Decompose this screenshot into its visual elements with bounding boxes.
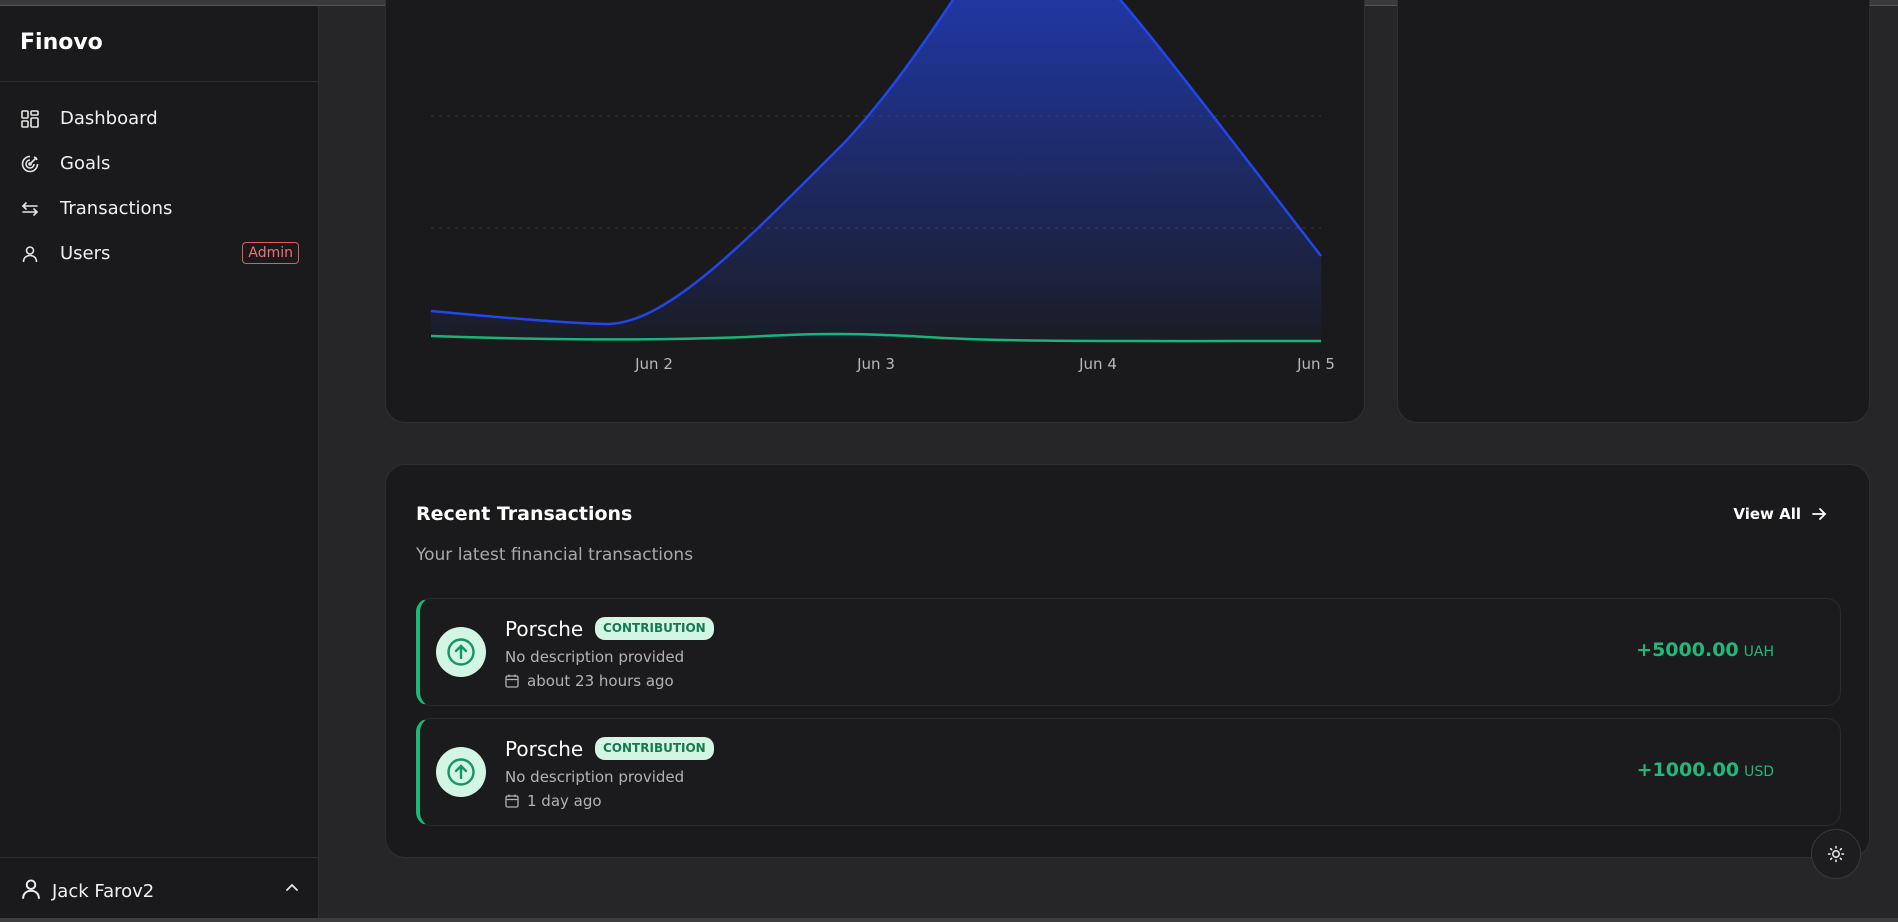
- sun-icon: [1827, 845, 1845, 863]
- sidebar-item-transactions[interactable]: Transactions: [0, 186, 319, 231]
- section-title: Recent Transactions: [416, 503, 633, 525]
- sidebar-item-label: Transactions: [60, 198, 173, 219]
- transaction-description: No description provided: [505, 648, 685, 666]
- sidebar-item-label: Users: [60, 243, 111, 264]
- calendar-icon: [505, 674, 519, 688]
- divider: [0, 81, 319, 82]
- sidebar-item-label: Goals: [60, 153, 111, 174]
- user-menu-trigger[interactable]: Jack Farov2: [20, 878, 300, 904]
- chevron-up-icon[interactable]: [284, 880, 300, 900]
- amount-currency: UAH: [1743, 644, 1774, 660]
- transaction-amount: +1000.00 USD: [1637, 759, 1774, 781]
- sidebar-item-users[interactable]: Users Admin: [0, 231, 319, 276]
- sidebar-item-dashboard[interactable]: Dashboard: [0, 96, 319, 141]
- x-tick-label: Jun 4: [1078, 355, 1117, 373]
- side-panel-card: [1397, 0, 1870, 423]
- transaction-date: 1 day ago: [505, 792, 602, 810]
- transaction-type-badge: CONTRIBUTION: [595, 617, 714, 640]
- x-tick-label: Jun 2: [634, 355, 673, 373]
- arrow-up-circle-icon: [436, 747, 486, 797]
- target-icon: [20, 154, 40, 174]
- section-subtitle: Your latest financial transactions: [416, 545, 694, 565]
- transaction-date: about 23 hours ago: [505, 672, 674, 690]
- sidebar: Finovo Dashboard Goals Transactions User…: [0, 6, 319, 918]
- sidebar-item-label: Dashboard: [60, 108, 158, 129]
- amount-value: +5000.00: [1636, 639, 1739, 661]
- admin-badge: Admin: [242, 242, 299, 264]
- sidebar-item-goals[interactable]: Goals: [0, 141, 319, 186]
- transaction-type-badge: CONTRIBUTION: [595, 737, 714, 760]
- user-name: Jack Farov2: [52, 880, 155, 902]
- transaction-amount: +5000.00 UAH: [1636, 639, 1774, 661]
- dashboard-icon: [20, 109, 40, 129]
- user-icon: [20, 244, 40, 264]
- transaction-row[interactable]: Porsche CONTRIBUTION No description prov…: [416, 718, 1841, 826]
- window-bottom-border: [0, 918, 1898, 922]
- transaction-name: Porsche: [505, 617, 584, 641]
- transaction-date-text: 1 day ago: [527, 792, 602, 810]
- x-tick-label: Jun 3: [856, 355, 895, 373]
- theme-toggle-button[interactable]: [1811, 829, 1861, 879]
- view-all-link[interactable]: View All: [1733, 505, 1827, 523]
- transaction-date-text: about 23 hours ago: [527, 672, 674, 690]
- app-logo[interactable]: Finovo: [20, 30, 103, 55]
- view-all-label: View All: [1733, 505, 1801, 523]
- chart-card: Jun 2 Jun 3 Jun 4 Jun 5: [385, 0, 1365, 423]
- series-area-fill: [431, 0, 1321, 339]
- x-tick-label: Jun 5: [1296, 355, 1335, 373]
- divider: [0, 857, 319, 858]
- arrow-right-icon: [1812, 508, 1827, 520]
- calendar-icon: [505, 794, 519, 808]
- recent-transactions-card: Recent Transactions Your latest financia…: [385, 464, 1870, 858]
- arrow-up-circle-icon: [436, 627, 486, 677]
- transaction-description: No description provided: [505, 768, 685, 786]
- area-chart: Jun 2 Jun 3 Jun 4 Jun 5: [430, 0, 1335, 373]
- sidebar-nav: Dashboard Goals Transactions Users Admin: [0, 96, 319, 276]
- amount-value: +1000.00: [1636, 759, 1740, 781]
- user-icon: [20, 878, 42, 904]
- amount-currency: USD: [1744, 764, 1774, 780]
- transaction-name: Porsche: [505, 737, 584, 761]
- transaction-row[interactable]: Porsche CONTRIBUTION No description prov…: [416, 598, 1841, 706]
- arrows-left-right-icon: [20, 199, 40, 219]
